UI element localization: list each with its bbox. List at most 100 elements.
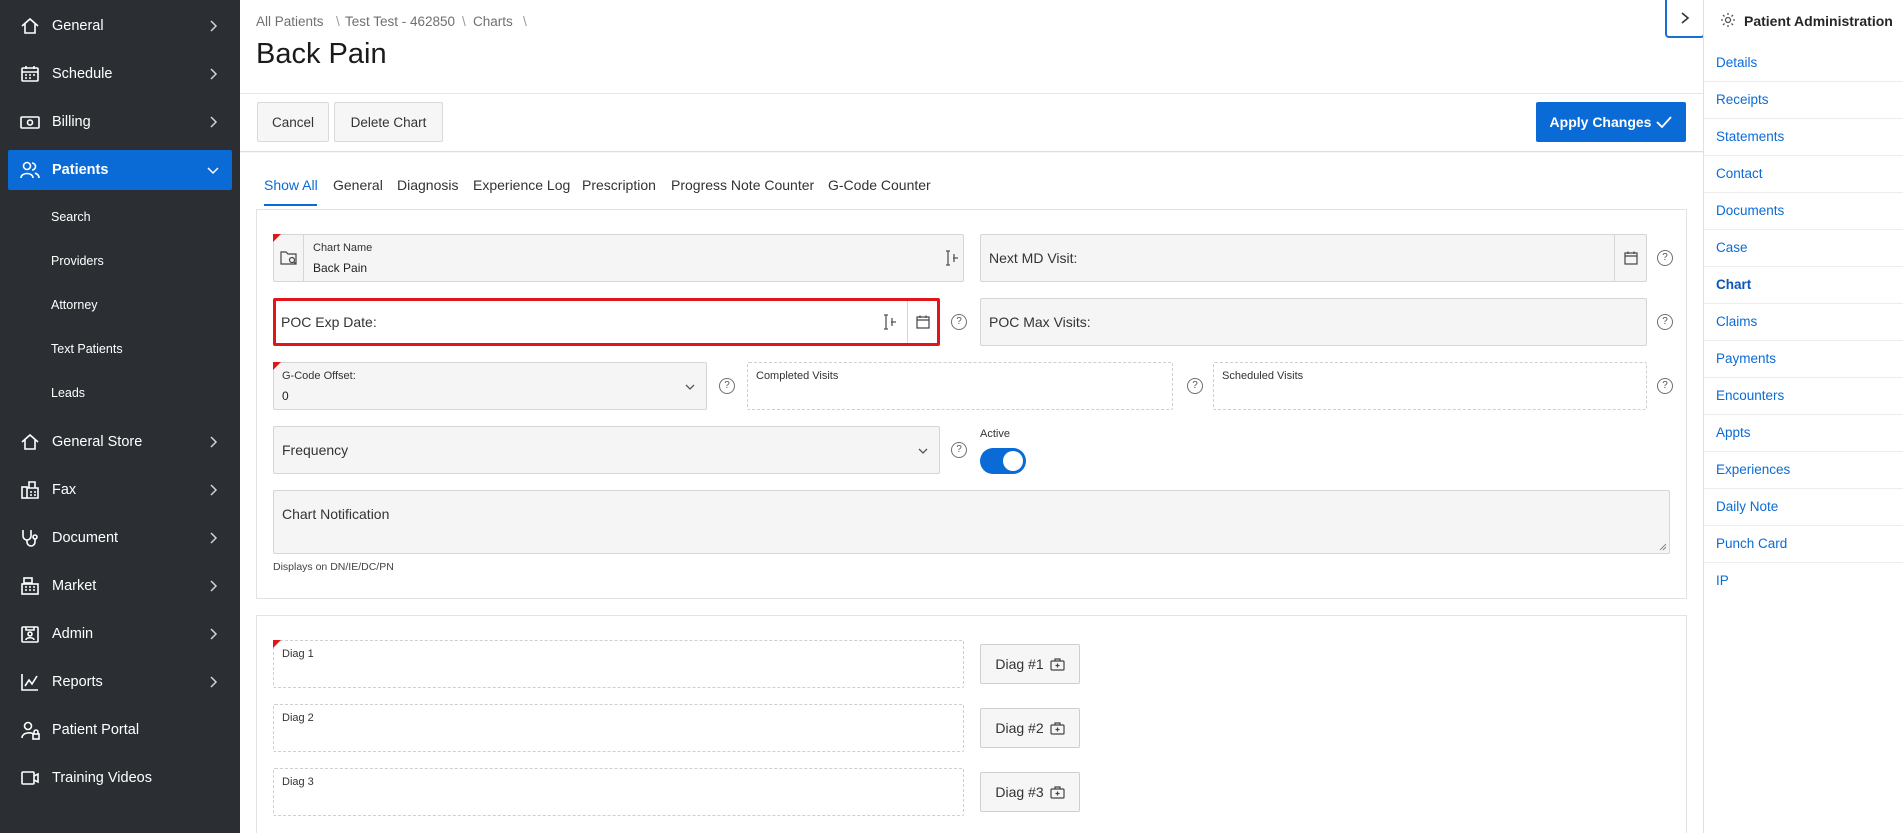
rp-item-claims[interactable]: Claims (1704, 304, 1903, 341)
check-icon (1656, 115, 1673, 129)
content-area: Show All General Diagnosis Experience Lo… (240, 153, 1703, 833)
users-icon (20, 160, 40, 180)
rp-item-payments[interactable]: Payments (1704, 341, 1903, 378)
diag-3-button[interactable]: Diag #3 (980, 772, 1080, 812)
rp-item-appts[interactable]: Appts (1704, 415, 1903, 452)
rp-item-details[interactable]: Details (1704, 45, 1903, 82)
diag-3-field[interactable]: Diag 3 (273, 768, 964, 816)
tab-progress-note-counter[interactable]: Progress Note Counter (671, 177, 814, 203)
poc-exp-date-label: POC Exp Date: (281, 314, 377, 330)
chevron-right-icon (206, 675, 220, 689)
help-icon[interactable]: ? (951, 314, 967, 330)
nav-item-patients[interactable]: Patients (8, 150, 232, 190)
poc-max-visits-field[interactable]: POC Max Visits: (980, 298, 1647, 346)
id-card-icon (20, 624, 40, 644)
help-icon[interactable]: ? (1657, 378, 1673, 394)
help-icon[interactable]: ? (1187, 378, 1203, 394)
diagnosis-region: Diag 1 Diag #1 Diag 2 Diag #2 Diag 3 Dia… (256, 615, 1687, 833)
nav-item-patient-portal[interactable]: Patient Portal (8, 710, 232, 750)
breadcrumb-separator: \ (462, 14, 466, 29)
sidebar-subitem-leads[interactable]: Leads (51, 386, 85, 400)
tab-general[interactable]: General (333, 177, 383, 203)
diag-2-field[interactable]: Diag 2 (273, 704, 964, 752)
text-cursor-icon (883, 313, 897, 331)
tab-diagnosis[interactable]: Diagnosis (397, 177, 458, 203)
right-panel-title: Patient Administration (1744, 13, 1893, 29)
rp-item-experiences[interactable]: Experiences (1704, 452, 1903, 489)
resize-handle-icon[interactable] (1659, 543, 1667, 551)
help-icon[interactable]: ? (1657, 250, 1673, 266)
nav-item-training-videos[interactable]: Training Videos (8, 758, 232, 798)
nav-item-schedule[interactable]: Schedule (8, 54, 232, 94)
rp-item-documents[interactable]: Documents (1704, 193, 1903, 230)
help-icon[interactable]: ? (719, 378, 735, 394)
nav-item-general[interactable]: General (8, 6, 232, 46)
nav-item-reports[interactable]: Reports (8, 662, 232, 702)
breadcrumb-separator: \ (336, 14, 340, 29)
help-icon[interactable]: ? (951, 442, 967, 458)
frequency-label: Frequency (282, 442, 349, 458)
tab-g-code-counter[interactable]: G-Code Counter (828, 177, 931, 203)
diag-2-button[interactable]: Diag #2 (980, 708, 1080, 748)
apply-changes-button[interactable]: Apply Changes (1536, 102, 1686, 142)
rp-item-contact[interactable]: Contact (1704, 156, 1903, 193)
nav-item-admin[interactable]: Admin (8, 614, 232, 654)
next-md-visit-field[interactable]: Next MD Visit: (980, 234, 1647, 282)
poc-exp-date-field[interactable]: POC Exp Date: (273, 298, 940, 346)
breadcrumb-all-patients[interactable]: All Patients (256, 14, 324, 29)
chart-notification-textarea[interactable]: Chart Notification (273, 490, 1670, 554)
diag-1-label: Diag 1 (282, 648, 314, 660)
tab-show-all[interactable]: Show All (264, 177, 318, 203)
main-area: All Patients \ Test Test - 462850 \ Char… (240, 0, 1703, 833)
breadcrumb-patient[interactable]: Test Test - 462850 (345, 14, 455, 29)
rp-item-daily-note[interactable]: Daily Note (1704, 489, 1903, 526)
tab-experience-log[interactable]: Experience Log (473, 177, 570, 203)
apply-changes-label: Apply Changes (1549, 114, 1652, 130)
diag-1-field[interactable]: Diag 1 (273, 640, 964, 688)
required-indicator (273, 362, 281, 370)
nav-item-fax[interactable]: Fax (8, 470, 232, 510)
sidebar-subitem-search[interactable]: Search (51, 210, 91, 224)
tab-prescription[interactable]: Prescription (582, 177, 656, 203)
help-icon[interactable]: ? (1657, 314, 1673, 330)
collapse-right-panel-button[interactable] (1665, 0, 1705, 38)
breadcrumb-charts[interactable]: Charts (473, 14, 513, 29)
chevron-right-icon (206, 115, 220, 129)
active-toggle[interactable] (980, 448, 1026, 474)
diag-1-button-label: Diag #1 (995, 656, 1044, 672)
poc-max-visits-label: POC Max Visits: (989, 314, 1091, 330)
g-code-offset-select[interactable]: G-Code Offset: 0 (273, 362, 707, 410)
sidebar-subitem-text-patients[interactable]: Text Patients (51, 342, 123, 356)
chart-name-field[interactable]: Chart Name Back Pain (273, 234, 964, 282)
gear-icon (1720, 12, 1736, 28)
breadcrumb-separator: \ (523, 14, 527, 29)
rp-item-statements[interactable]: Statements (1704, 119, 1903, 156)
frequency-select[interactable]: Frequency (273, 426, 940, 474)
completed-visits-label: Completed Visits (756, 370, 839, 382)
calendar-icon[interactable] (1614, 235, 1646, 281)
nav-item-general-store[interactable]: General Store (8, 422, 232, 462)
chevron-right-icon (206, 483, 220, 497)
nav-item-billing[interactable]: Billing (8, 102, 232, 142)
folder-icon (274, 235, 304, 281)
sidebar-subitem-attorney[interactable]: Attorney (51, 298, 98, 312)
right-panel: Patient Administration Details Receipts … (1703, 0, 1903, 833)
chart-notification-label: Chart Notification (282, 506, 390, 522)
rp-item-ip[interactable]: IP (1704, 563, 1903, 600)
active-tab-indicator (264, 204, 317, 206)
nav-item-document[interactable]: Document (8, 518, 232, 558)
delete-chart-button[interactable]: Delete Chart (334, 102, 443, 142)
rp-item-receipts[interactable]: Receipts (1704, 82, 1903, 119)
rp-item-encounters[interactable]: Encounters (1704, 378, 1903, 415)
rp-item-punch-card[interactable]: Punch Card (1704, 526, 1903, 563)
sidebar-subitem-providers[interactable]: Providers (51, 254, 104, 268)
cancel-button[interactable]: Cancel (257, 102, 329, 142)
rp-item-case[interactable]: Case (1704, 230, 1903, 267)
calendar-icon[interactable] (907, 301, 937, 343)
completed-visits-field: Completed Visits (747, 362, 1173, 410)
chevron-right-icon (206, 435, 220, 449)
rp-item-chart[interactable]: Chart (1704, 267, 1903, 304)
nav-item-market[interactable]: Market (8, 566, 232, 606)
diag-1-button[interactable]: Diag #1 (980, 644, 1080, 684)
medical-kit-icon (1050, 785, 1065, 799)
